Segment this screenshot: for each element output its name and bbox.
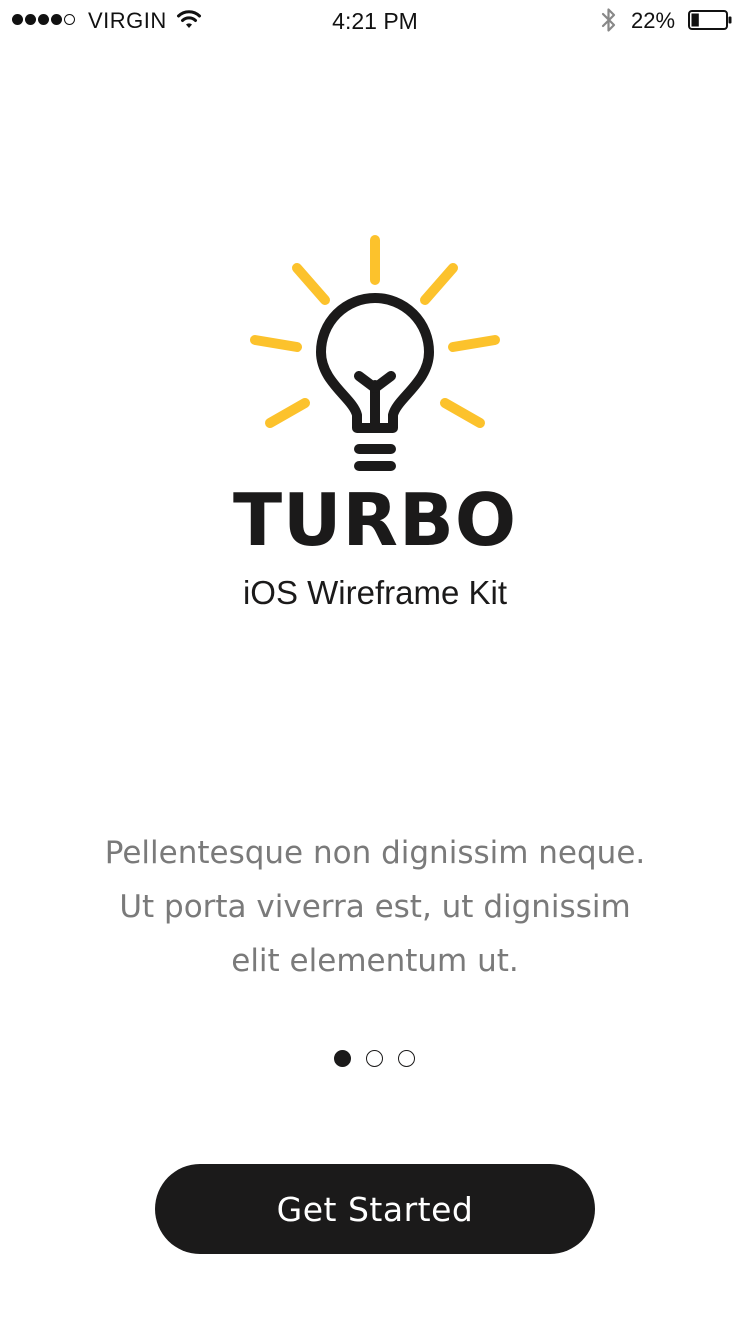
description-line: Pellentesque non dignissim neque. <box>104 835 646 871</box>
brand-subtitle: iOS Wireframe Kit <box>242 574 508 611</box>
brand-title: TURBO <box>232 478 518 562</box>
status-bar: VIRGIN 4:21 PM 22% <box>0 0 750 40</box>
bulb <box>316 293 434 471</box>
onboarding-description: Pellentesque non dignissim neque. Ut por… <box>90 826 660 988</box>
battery-percentage: 22% <box>631 8 676 33</box>
get-started-button[interactable]: Get Started <box>155 1164 595 1254</box>
page-dot-1[interactable] <box>334 1050 351 1067</box>
lightbulb-icon <box>250 235 500 471</box>
page-dot-2[interactable] <box>366 1050 383 1067</box>
description-line: elit elementum ut. <box>231 943 519 979</box>
battery-icon <box>688 10 732 30</box>
description-line: Ut porta viverra est, ut dignissim <box>119 889 631 925</box>
page-indicator[interactable] <box>334 1050 415 1067</box>
page-dot-3[interactable] <box>398 1050 415 1067</box>
bluetooth-icon <box>601 8 616 32</box>
